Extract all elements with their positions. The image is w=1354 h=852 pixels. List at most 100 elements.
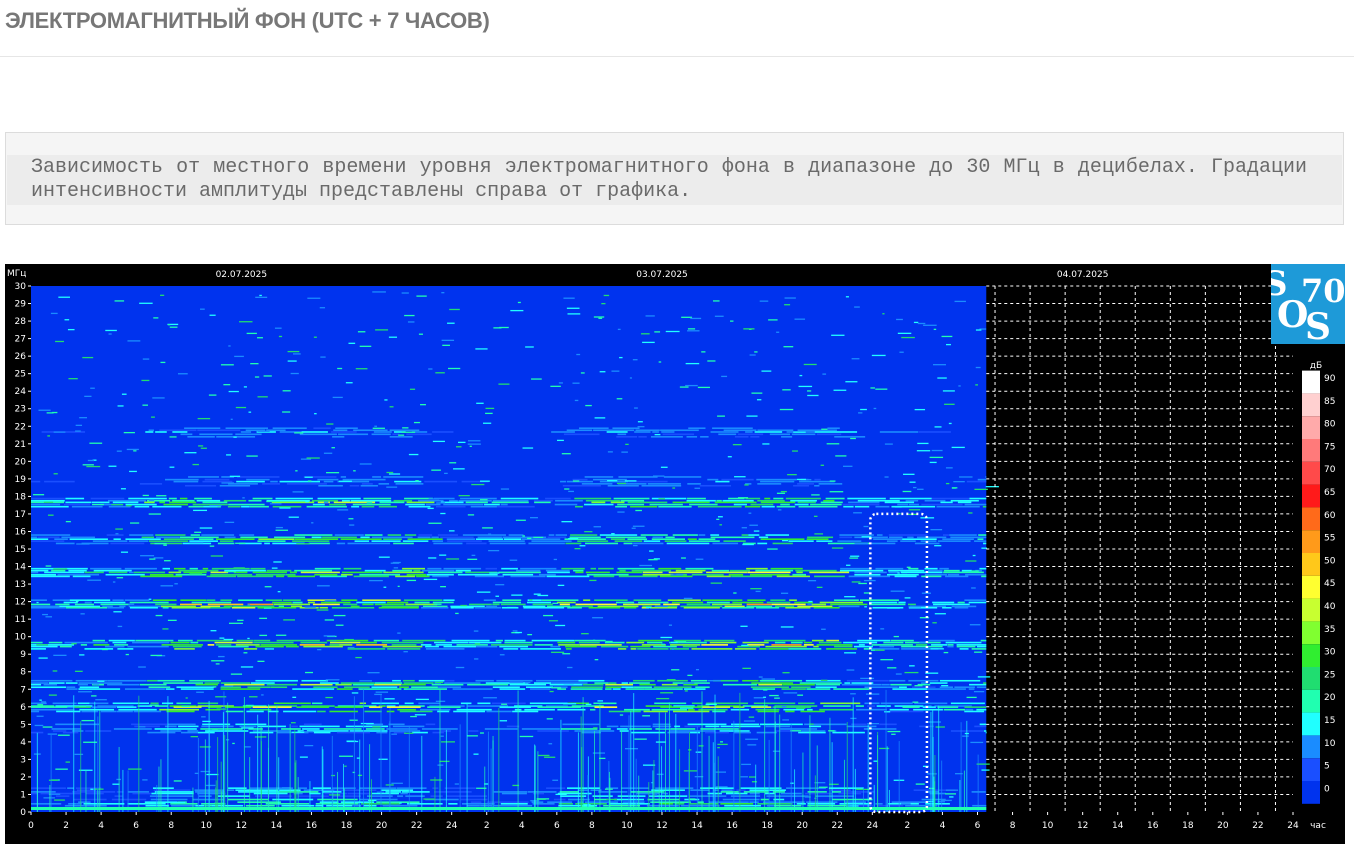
y-tick-label: 28	[15, 317, 27, 327]
scale-label: 60	[1324, 511, 1336, 521]
scale-label: 85	[1324, 397, 1335, 407]
x-tick-label: 2	[63, 821, 69, 831]
description-text: Зависимость от местного времени уровня э…	[31, 156, 1307, 203]
y-tick-label: 15	[15, 545, 26, 555]
y-tick-label: 16	[15, 527, 27, 537]
x-tick-label: 20	[1217, 821, 1229, 831]
x-tick-label: 20	[796, 821, 808, 831]
y-tick-label: 19	[15, 475, 27, 485]
x-tick-label: 10	[1042, 821, 1054, 831]
scale-swatch	[1302, 758, 1320, 781]
date-label: 02.07.2025	[216, 270, 268, 280]
description-box: Зависимость от местного времени уровня э…	[5, 132, 1344, 225]
future-grid	[986, 285, 1293, 812]
spectrogram-chart: 0 1 2 3 4 5 6 7 8 9 10 11 12 13 14 15 16 17 18 19 20 21 22 23 24…	[5, 264, 1345, 844]
x-tick-label: 22	[411, 821, 422, 831]
scale-swatch	[1302, 439, 1320, 462]
x-tick-label: 14	[271, 821, 283, 831]
scale-swatch	[1302, 781, 1320, 804]
x-tick-label: 22	[1252, 821, 1263, 831]
scale-swatch	[1302, 712, 1320, 736]
scale-label: 70	[1324, 465, 1336, 475]
scale-label: 55	[1324, 534, 1335, 544]
x-tick-label: 14	[691, 821, 703, 831]
date-label: 03.07.2025	[636, 270, 688, 280]
logo-letter-o: O	[1277, 294, 1309, 336]
y-tick-label: 26	[15, 352, 27, 362]
y-tick-label: 6	[20, 703, 26, 713]
scale-label: 25	[1324, 670, 1335, 680]
spectrogram-svg: 0123456789101112131415161718192021222324…	[7, 269, 1336, 831]
scale-label: 80	[1324, 420, 1336, 430]
scale-swatch	[1302, 689, 1320, 713]
page-title: ЭЛЕКТРОМАГНИТНЫЙ ФОН (UTC + 7 ЧАСОВ)	[5, 8, 490, 33]
y-tick-label: 13	[15, 580, 26, 590]
scale-swatch	[1302, 598, 1320, 622]
scale-label: 20	[1324, 693, 1336, 703]
scale-label: 35	[1324, 625, 1335, 635]
scale-swatch	[1302, 507, 1320, 531]
x-tick-label: 0	[28, 821, 34, 831]
y-tick-label: 23	[15, 405, 26, 415]
y-tick-label: 7	[20, 685, 26, 695]
x-tick-label: 18	[1182, 821, 1194, 831]
y-tick-label: 30	[15, 282, 27, 292]
y-tick-label: 11	[15, 615, 26, 625]
scale-swatch	[1302, 553, 1320, 576]
scale-label: 45	[1324, 579, 1335, 589]
scale-swatch	[1302, 530, 1320, 553]
x-tick-label: 16	[1147, 821, 1159, 831]
x-tick-label: 4	[519, 821, 525, 831]
x-tick-label: 24	[1287, 821, 1299, 831]
x-tick-label: 8	[168, 821, 174, 831]
bottom-line	[31, 807, 987, 810]
y-unit-label: МГц	[7, 269, 26, 279]
scale-label: 50	[1324, 556, 1336, 566]
logo-letter-s-2: S	[1305, 306, 1331, 344]
y-tick-label: 14	[15, 563, 27, 573]
x-tick-label: 8	[589, 821, 595, 831]
y-tick-label: 12	[15, 598, 26, 608]
y-tick-label: 0	[20, 808, 26, 818]
y-tick-label: 9	[20, 650, 26, 660]
y-tick-label: 2	[20, 773, 26, 783]
x-tick-label: 12	[1077, 821, 1088, 831]
x-tick-label: 2	[905, 821, 911, 831]
x-tick-label: 24	[446, 821, 458, 831]
x-tick-label: 4	[98, 821, 104, 831]
x-tick-label: 24	[867, 821, 879, 831]
scale-label: 0	[1324, 784, 1330, 794]
y-tick-label: 5	[20, 720, 26, 730]
x-tick-label: 22	[832, 821, 843, 831]
y-tick-label: 25	[15, 370, 26, 380]
y-tick-label: 21	[15, 440, 26, 450]
y-tick-label: 22	[15, 422, 26, 432]
scale-swatch	[1302, 644, 1320, 667]
y-tick-label: 24	[15, 387, 27, 397]
x-tick-label: 18	[761, 821, 773, 831]
scale-swatch	[1302, 667, 1320, 690]
x-tick-label: 6	[975, 821, 981, 831]
y-tick-label: 4	[20, 738, 26, 748]
y-tick-label: 18	[15, 492, 27, 502]
x-tick-label: 16	[726, 821, 738, 831]
scale-swatch	[1302, 735, 1320, 759]
x-tick-label: 6	[133, 821, 139, 831]
scale-label: 15	[1324, 716, 1335, 726]
x-tick-label: 20	[376, 821, 388, 831]
x-tick-label: 6	[554, 821, 560, 831]
scale-label: 5	[1324, 762, 1330, 772]
y-tick-label: 1	[20, 790, 26, 800]
y-tick-label: 17	[15, 510, 26, 520]
scale-label: 65	[1324, 488, 1335, 498]
scale-unit-label: дБ	[1310, 361, 1322, 371]
x-tick-label: 12	[656, 821, 667, 831]
scale-label: 90	[1324, 374, 1336, 384]
scale-swatch	[1302, 416, 1320, 439]
scale-swatch	[1302, 484, 1320, 508]
scale-swatch	[1302, 461, 1320, 485]
x-tick-label: 16	[306, 821, 318, 831]
x-tick-label: 10	[621, 821, 633, 831]
y-tick-label: 20	[15, 457, 27, 467]
x-tick-label: 14	[1112, 821, 1124, 831]
